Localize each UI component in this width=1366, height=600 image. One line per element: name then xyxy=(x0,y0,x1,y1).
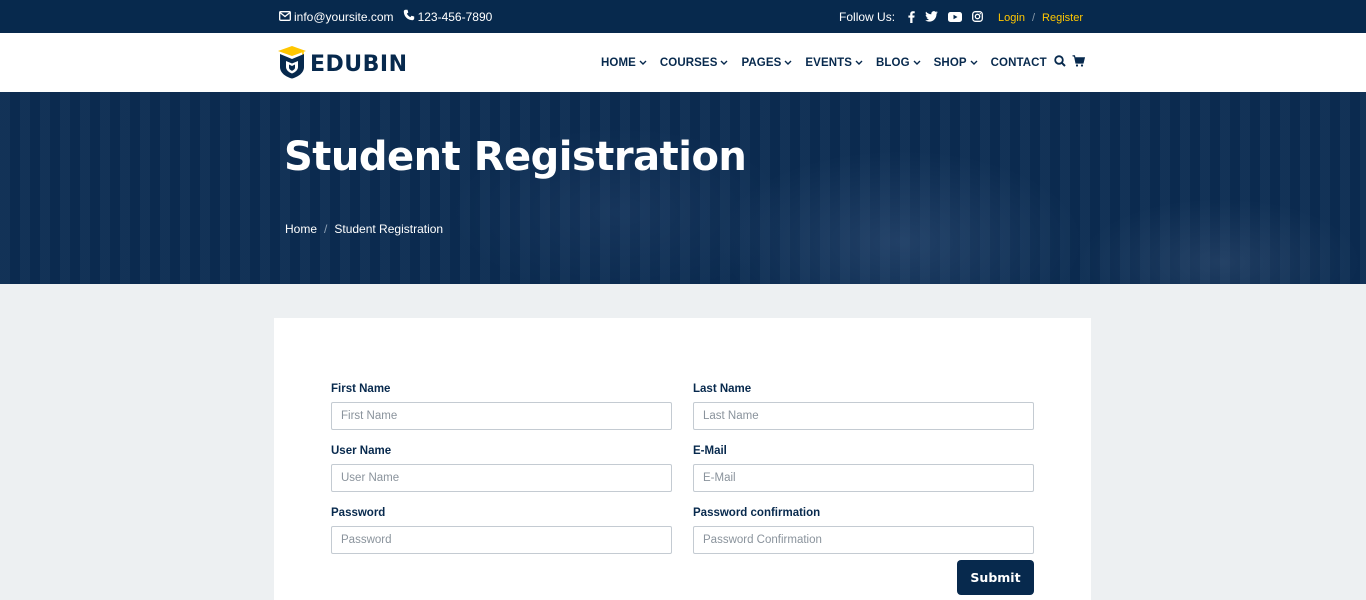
cart-icon[interactable] xyxy=(1072,55,1085,67)
first-name-group: First Name xyxy=(331,383,672,430)
nav-label: COURSES xyxy=(659,56,718,69)
user-name-input[interactable] xyxy=(331,464,672,492)
top-bar: info@yoursite.com 123-456-7890 Follow Us… xyxy=(0,0,1366,33)
site-logo[interactable]: EDUBIN xyxy=(277,45,408,84)
contact-info: info@yoursite.com 123-456-7890 xyxy=(279,0,501,33)
top-bar-right: Follow Us: Login / Register xyxy=(839,0,1083,33)
twitter-icon[interactable] xyxy=(925,11,938,22)
last-name-group: Last Name xyxy=(693,383,1034,430)
nav-item-courses[interactable]: COURSES xyxy=(660,57,729,69)
password-confirmation-group: Password confirmation xyxy=(693,507,1034,554)
user-name-group: User Name xyxy=(331,445,672,492)
nav-item-shop[interactable]: SHOP xyxy=(934,57,978,69)
user-name-label: User Name xyxy=(331,445,392,457)
last-name-label: Last Name xyxy=(693,383,752,395)
registration-form-card: First Name Last Name User Name E-Mail Pa… xyxy=(274,318,1091,600)
header-tools xyxy=(1054,55,1091,67)
chevron-down-icon xyxy=(720,58,728,68)
breadcrumb-home-link[interactable]: Home xyxy=(285,222,317,236)
email-group: E-Mail xyxy=(693,445,1034,492)
chevron-down-icon xyxy=(855,58,863,68)
password-confirmation-label: Password confirmation xyxy=(693,507,821,519)
nav-item-home[interactable]: HOME xyxy=(601,57,647,69)
auth-separator: / xyxy=(1031,11,1036,24)
search-icon[interactable] xyxy=(1054,55,1066,67)
nav-label: EVENTS xyxy=(805,56,853,69)
first-name-input[interactable] xyxy=(331,402,672,430)
email-text: info@yoursite.com xyxy=(294,9,394,24)
nav-item-blog[interactable]: BLOG xyxy=(876,57,921,69)
youtube-icon[interactable] xyxy=(948,11,963,22)
last-name-input[interactable] xyxy=(693,402,1034,430)
first-name-label: First Name xyxy=(331,383,391,395)
breadcrumb-separator: / xyxy=(324,222,328,236)
social-links xyxy=(903,10,988,23)
nav-item-contact[interactable]: CONTACT xyxy=(991,57,1047,69)
nav-item-events[interactable]: EVENTS xyxy=(805,57,863,69)
password-group: Password xyxy=(331,507,672,554)
envelope-icon xyxy=(279,10,294,24)
phone-link[interactable]: 123-456-7890 xyxy=(403,9,493,24)
login-link[interactable]: Login xyxy=(998,12,1025,24)
nav-label: HOME xyxy=(601,56,636,69)
email-link[interactable]: info@yoursite.com xyxy=(279,10,394,24)
logo-text: EDUBIN xyxy=(310,52,408,77)
chevron-down-icon xyxy=(913,58,921,68)
chevron-down-icon xyxy=(970,58,978,68)
register-link[interactable]: Register xyxy=(1042,12,1083,24)
chevron-down-icon xyxy=(639,58,647,68)
page-banner: Student Registration Home / Student Regi… xyxy=(0,92,1366,284)
banner-background-image xyxy=(0,92,1366,284)
nav-item-pages[interactable]: PAGES xyxy=(741,57,792,69)
page-title: Student Registration xyxy=(284,134,747,180)
password-input[interactable] xyxy=(331,526,672,554)
nav-label: PAGES xyxy=(741,56,782,69)
main-nav: HOME COURSES PAGES EVENTS BLOG SHOP CONT… xyxy=(601,33,1060,92)
breadcrumb: Home / Student Registration xyxy=(285,222,443,236)
phone-icon xyxy=(403,9,418,24)
submit-button[interactable]: Submit xyxy=(957,560,1034,595)
password-label: Password xyxy=(331,507,386,519)
instagram-icon[interactable] xyxy=(972,11,983,22)
chevron-down-icon xyxy=(784,58,792,68)
breadcrumb-current: Student Registration xyxy=(334,222,444,236)
email-input[interactable] xyxy=(693,464,1034,492)
email-label: E-Mail xyxy=(693,445,727,457)
nav-label: BLOG xyxy=(876,56,910,69)
nav-label: CONTACT xyxy=(990,56,1047,69)
password-confirmation-input[interactable] xyxy=(693,526,1034,554)
graduation-cap-logo-icon xyxy=(277,45,307,84)
follow-us-label: Follow Us: xyxy=(839,9,896,24)
main-header: EDUBIN HOME COURSES PAGES EVENTS BLOG SH… xyxy=(0,33,1366,92)
facebook-icon[interactable] xyxy=(908,10,915,23)
auth-links: Login / Register xyxy=(998,10,1083,24)
nav-label: SHOP xyxy=(933,56,967,69)
phone-text: 123-456-7890 xyxy=(417,9,493,24)
